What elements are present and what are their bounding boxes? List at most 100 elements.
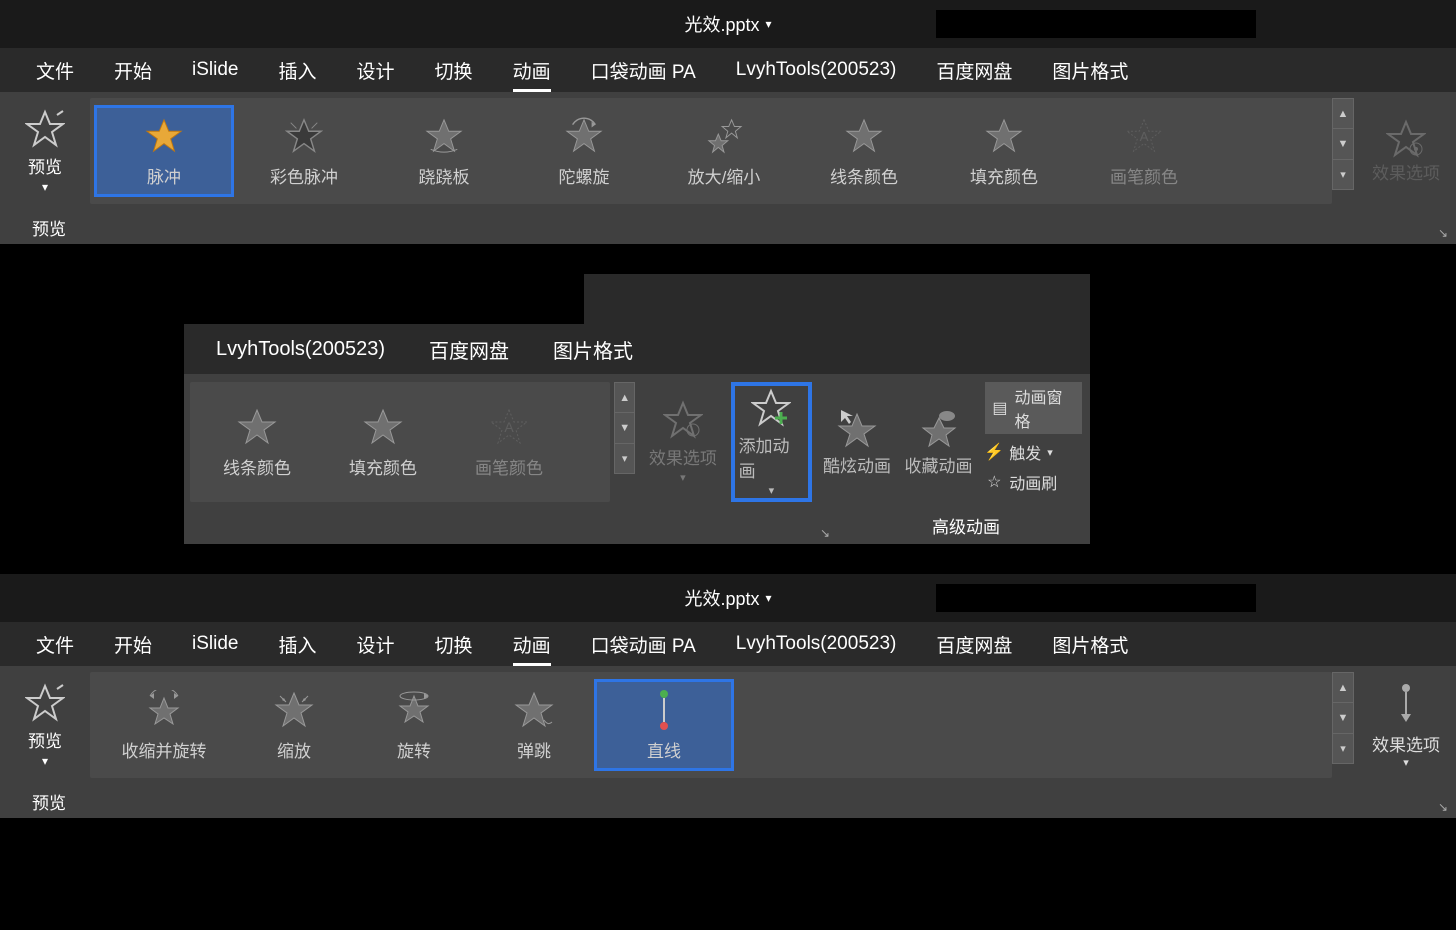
tab-insert[interactable]: 插入 [259,625,337,664]
star-zoom-icon [274,689,314,731]
gallery-scroll-down[interactable]: ▼ [1332,129,1354,159]
tab-design[interactable]: 设计 [337,625,415,664]
animation-pane-button[interactable]: ▤ 动画窗格 [985,382,1082,434]
tab-pocket[interactable]: 口袋动画 PA [571,625,716,664]
gallery-scroll-down[interactable]: ▼ [1332,703,1354,733]
chevron-down-icon: ▾ [680,471,686,484]
tab-baidu[interactable]: 百度网盘 [916,625,1032,664]
animation-gallery-2: 线条颜色 填充颜色 A 画笔颜色 [190,382,610,502]
gallery-expand[interactable]: ▾ [1332,160,1354,190]
star-icon: A [489,406,529,448]
title-dropdown-icon[interactable]: ▾ [766,17,772,31]
gallery-scroll: ▲ ▼ ▾ [614,382,635,474]
gallery-item-label: 直线 [647,737,681,762]
effect-options-button: 效果选项 [1356,92,1456,210]
chevron-down-icon: ▾ [42,180,48,194]
gallery-scroll-up[interactable]: ▲ [1332,98,1354,129]
gallery-item-fillcolor[interactable]: 填充颜色 [934,105,1074,197]
search-placeholder-box [936,584,1256,612]
tab-pocket[interactable]: 口袋动画 PA [571,51,716,90]
cool-animation-label: 酷炫动画 [823,452,891,477]
gallery-item-label: 收缩并旋转 [122,737,207,762]
trigger-label: 触发 [1009,440,1041,464]
gallery-item-label: 线条颜色 [830,163,898,188]
animation-painter-button[interactable]: ☆ 动画刷 [985,470,1082,494]
gallery-item-label: 画笔颜色 [1110,163,1178,188]
gallery-item-spin[interactable]: 陀螺旋 [514,105,654,197]
tab-animation[interactable]: 动画 [493,625,571,664]
tab-lvyh[interactable]: LvyhTools(200523) [716,627,917,661]
gallery-scroll-up[interactable]: ▲ [614,382,635,413]
cool-animation-button[interactable]: 酷炫动画 [816,374,897,510]
star-icon [363,406,403,448]
fav-animation-label: 收藏动画 [905,452,973,477]
ribbon-tabs-fragment: LvyhTools(200523) 百度网盘 图片格式 [184,324,1090,374]
fav-animation-button[interactable]: 收藏动画 [898,374,979,510]
gallery-item-zoom[interactable]: 缩放 [234,679,354,771]
tab-animation[interactable]: 动画 [493,51,571,90]
dialog-launcher-icon[interactable]: ↘ [1434,224,1452,242]
add-animation-label: 添加动画 [739,432,805,482]
tab-lvyh[interactable]: LvyhTools(200523) [716,53,917,87]
add-animation-button[interactable]: 添加动画 ▾ [731,382,813,502]
tab-lvyh[interactable]: LvyhTools(200523) [194,332,407,367]
tab-insert[interactable]: 插入 [259,51,337,90]
effect-options-icon [663,400,703,440]
gallery-item-growshrink[interactable]: 放大/缩小 [654,105,794,197]
gallery-item-linecolor[interactable]: 线条颜色 [794,105,934,197]
pane-icon: ▤ [991,398,1008,418]
gallery-item-teeter[interactable]: 跷跷板 [374,105,514,197]
gallery-scroll-up[interactable]: ▲ [1332,672,1354,703]
tab-picformat[interactable]: 图片格式 [531,329,655,370]
animation-pane-label: 动画窗格 [1015,384,1076,432]
gallery-item-brushcolor[interactable]: A 画笔颜色 [446,396,572,488]
trigger-button[interactable]: ⚡ 触发 ▾ [985,440,1082,464]
tab-baidu[interactable]: 百度网盘 [407,329,531,370]
preview-button[interactable]: 预览 ▾ [0,666,90,784]
dialog-launcher-icon[interactable]: ↘ [820,526,830,540]
tab-islide[interactable]: iSlide [172,53,258,87]
star-swivel-icon [394,689,434,731]
title-dropdown-icon[interactable]: ▾ [766,591,772,605]
preview-label: 预览 [28,153,62,178]
gallery-item-linecolor[interactable]: 线条颜色 [194,396,320,488]
star-small-icon: ☆ [985,472,1003,492]
gallery-item-line[interactable]: 直线 [594,679,734,771]
star-icon [985,115,1023,157]
gallery-item-swivel[interactable]: 旋转 [354,679,474,771]
gallery-item-fillcolor[interactable]: 填充颜色 [320,396,446,488]
tab-design[interactable]: 设计 [337,51,415,90]
tab-islide[interactable]: iSlide [172,627,258,661]
tab-transition[interactable]: 切换 [415,51,493,90]
tab-picformat[interactable]: 图片格式 [1032,51,1148,90]
gallery-item-brushcolor[interactable]: A 画笔颜色 [1074,105,1214,197]
gallery-expand[interactable]: ▾ [1332,734,1354,764]
search-placeholder-box [936,10,1256,38]
advanced-list: ▤ 动画窗格 ⚡ 触发 ▾ ☆ 动画刷 [979,374,1090,510]
dialog-launcher-icon[interactable]: ↘ [1434,798,1452,816]
star-icon [845,115,883,157]
star-bounce-icon [514,689,554,731]
gallery-item-pulse[interactable]: 脉冲 [94,105,234,197]
gallery-item-label: 填充颜色 [349,454,417,479]
gallery-expand[interactable]: ▾ [614,444,635,474]
gallery-item-color-pulse[interactable]: 彩色脉冲 [234,105,374,197]
tab-transition[interactable]: 切换 [415,625,493,664]
tab-home[interactable]: 开始 [94,625,172,664]
cursor-star-icon [837,408,877,448]
tab-baidu[interactable]: 百度网盘 [916,51,1032,90]
effect-options-button[interactable]: 效果选项 ▾ [1356,666,1456,784]
title-bar: 光效.pptx ▾ [0,574,1456,622]
gallery-scroll-down[interactable]: ▼ [614,413,635,443]
gallery-scroll: ▲ ▼ ▾ [1332,98,1354,190]
gallery-item-shrinkturn[interactable]: 收缩并旋转 [94,679,234,771]
gallery-item-bounce[interactable]: 弹跳 [474,679,594,771]
effect-options-label: 效果选项 [1372,159,1440,184]
tab-home[interactable]: 开始 [94,51,172,90]
tab-picformat[interactable]: 图片格式 [1032,625,1148,664]
group-label: 高级动画 [932,513,1000,538]
tab-file[interactable]: 文件 [16,51,94,90]
star-icon: A [1125,115,1163,157]
preview-button[interactable]: 预览 ▾ [0,92,90,210]
tab-file[interactable]: 文件 [16,625,94,664]
